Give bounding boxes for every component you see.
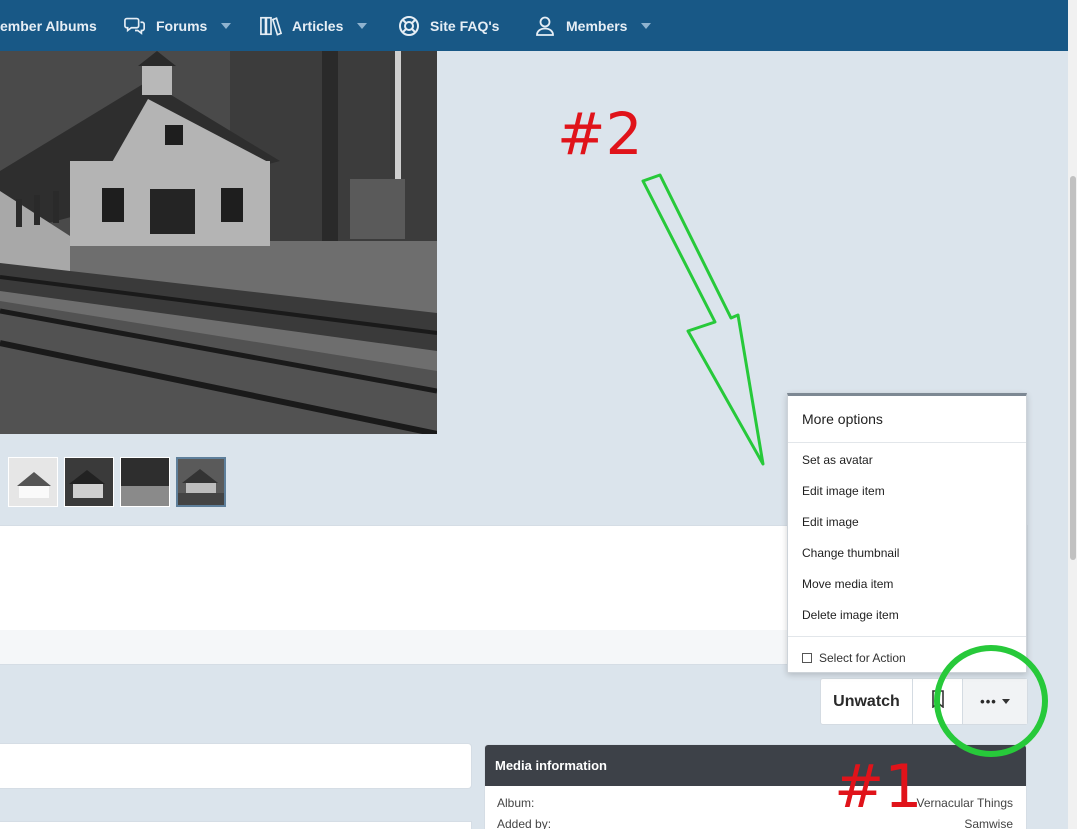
- scrollbar-thumb[interactable]: [1070, 176, 1076, 560]
- media-information-title: Media information: [485, 745, 1026, 786]
- annotation-2-label: #2: [557, 100, 643, 168]
- added-by-label: Added by:: [497, 816, 552, 829]
- album-value[interactable]: Vernacular Things: [916, 796, 1013, 810]
- select-for-action[interactable]: Select for Action: [788, 637, 1026, 679]
- top-navigation: ember Albums Forums Articles Site FAQ's …: [0, 0, 1068, 51]
- comment-input-box[interactable]: [0, 743, 472, 789]
- annotation-1-label: #1: [834, 752, 923, 822]
- chevron-down-icon[interactable]: [221, 22, 232, 29]
- more-options-menu: More options Set as avatar Edit image it…: [787, 393, 1027, 673]
- menu-item-set-avatar[interactable]: Set as avatar: [788, 444, 1026, 475]
- unwatch-button[interactable]: Unwatch: [821, 679, 913, 724]
- content-box: [0, 821, 472, 829]
- menu-item-change-thumbnail[interactable]: Change thumbnail: [788, 537, 1026, 568]
- nav-forums[interactable]: Forums: [124, 0, 232, 51]
- nav-site-faq-label: Site FAQ's: [430, 17, 500, 34]
- media-image[interactable]: [0, 51, 437, 434]
- thumbnail-2[interactable]: [64, 457, 114, 507]
- more-options-label: •••: [980, 694, 997, 709]
- thumbnail-1[interactable]: [8, 457, 58, 507]
- menu-item-delete-image-item[interactable]: Delete image item: [788, 599, 1026, 630]
- added-by-value[interactable]: Samwise: [964, 817, 1013, 829]
- select-for-action-label: Select for Action: [819, 651, 906, 665]
- chevron-down-icon[interactable]: [357, 22, 368, 29]
- books-icon: [260, 15, 282, 37]
- user-icon: [534, 15, 556, 37]
- select-checkbox[interactable]: [802, 653, 812, 663]
- media-info-row-album: Album: Vernacular Things: [485, 792, 1026, 813]
- nav-member-albums[interactable]: ember Albums: [0, 0, 97, 51]
- menu-item-edit-image[interactable]: Edit image: [788, 506, 1026, 537]
- media-info-row-added-by: Added by: Samwise: [485, 813, 1026, 829]
- nav-members-label: Members: [566, 17, 628, 34]
- more-options-button[interactable]: •••: [963, 679, 1027, 724]
- media-actions: Unwatch •••: [820, 678, 1028, 725]
- bookmark-button[interactable]: [913, 679, 963, 724]
- nav-members[interactable]: Members: [534, 0, 652, 51]
- nav-site-faq[interactable]: Site FAQ's: [398, 0, 499, 51]
- menu-title: More options: [788, 396, 1026, 443]
- thumbnail-4-current[interactable]: [176, 457, 226, 507]
- chevron-down-icon[interactable]: [641, 22, 652, 29]
- lifebuoy-icon: [398, 15, 420, 37]
- media-information-box: Media information Album: Vernacular Thin…: [484, 744, 1027, 829]
- nav-forums-label: Forums: [156, 17, 208, 34]
- nav-articles-label: Articles: [292, 17, 344, 34]
- album-label: Album:: [497, 795, 535, 810]
- menu-item-move-media-item[interactable]: Move media item: [788, 568, 1026, 599]
- caret-down-icon: [1001, 699, 1010, 704]
- bookmark-icon: [931, 690, 944, 713]
- chat-bubbles-icon: [124, 15, 146, 37]
- green-arrow-annotation: [641, 173, 765, 466]
- menu-item-edit-image-item[interactable]: Edit image item: [788, 475, 1026, 506]
- thumbnail-3[interactable]: [120, 457, 170, 507]
- nav-articles[interactable]: Articles: [260, 0, 368, 51]
- nav-member-albums-label: ember Albums: [0, 17, 97, 34]
